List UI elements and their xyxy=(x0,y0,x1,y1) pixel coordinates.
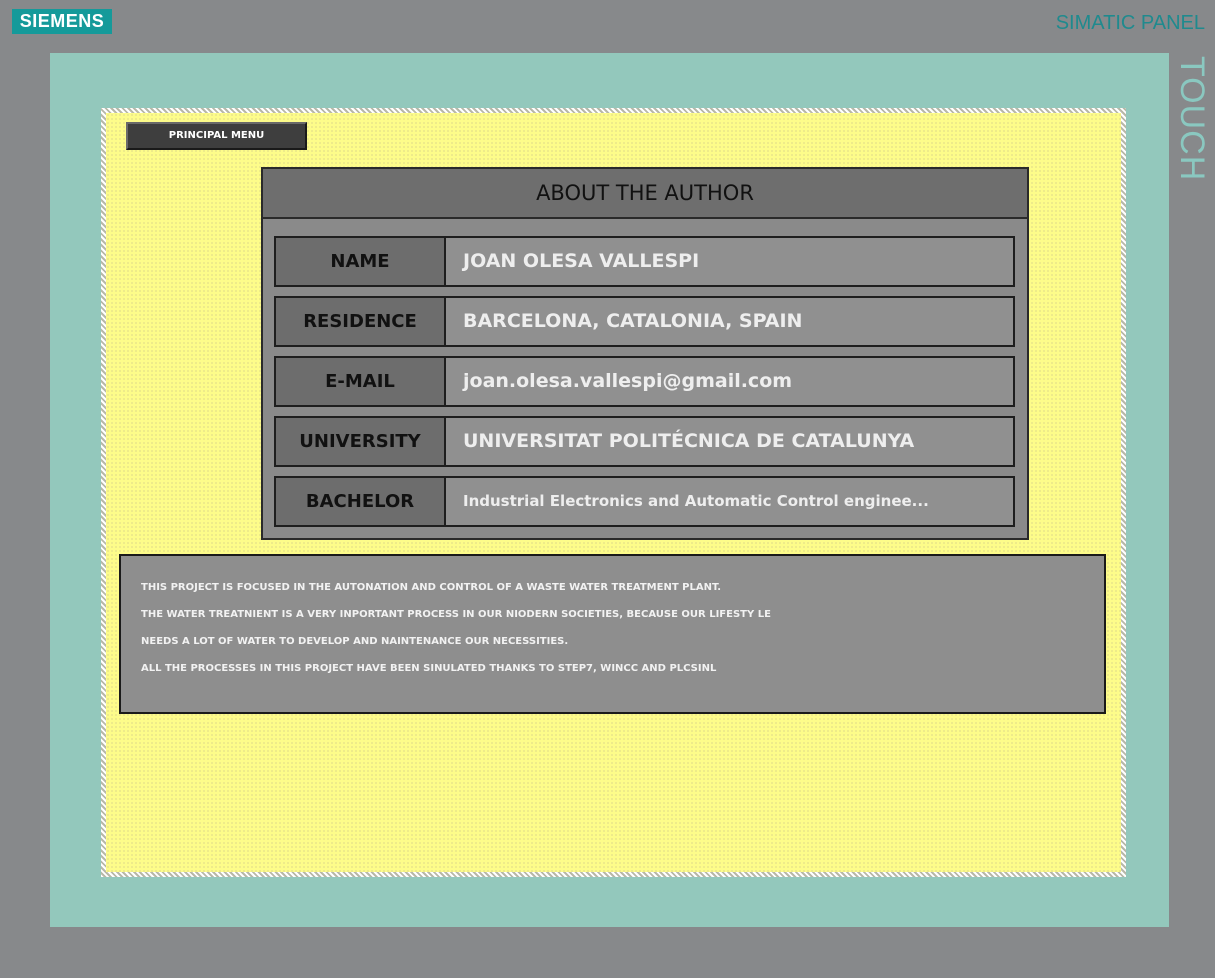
project-description-box: THIS PROJECT IS FOCUSED IN THE AUTONATIO… xyxy=(119,554,1106,714)
touch-side-label: TOUCH xyxy=(1173,56,1211,182)
row-label-email: E-MAIL xyxy=(276,358,446,405)
about-author-card: ABOUT THE AUTHOR NAME JOAN OLESA VALLESP… xyxy=(261,167,1029,540)
description-line: NEEDS A LOT OF WATER TO DEVELOP AND NAIN… xyxy=(141,636,569,647)
info-row-name: NAME JOAN OLESA VALLESPI xyxy=(274,236,1015,287)
row-value-university: UNIVERSITAT POLITÉCNICA DE CATALUNYA xyxy=(463,430,915,452)
info-row-university: UNIVERSITY UNIVERSITAT POLITÉCNICA DE CA… xyxy=(274,416,1015,467)
info-row-bachelor: BACHELOR Industrial Electronics and Auto… xyxy=(274,476,1015,527)
row-value-bachelor: Industrial Electronics and Automatic Con… xyxy=(463,492,929,510)
card-title: ABOUT THE AUTHOR xyxy=(263,169,1027,219)
info-row-residence: RESIDENCE BARCELONA, CATALONIA, SPAIN xyxy=(274,296,1015,347)
hmi-screen: PRINCIPAL MENU ABOUT THE AUTHOR NAME JOA… xyxy=(101,108,1126,877)
row-value-residence: BARCELONA, CATALONIA, SPAIN xyxy=(463,310,803,332)
description-line: ALL THE PROCESSES IN THIS PROJECT HAVE B… xyxy=(141,663,717,674)
panel-model-title: SIMATIC PANEL xyxy=(1055,12,1205,34)
row-label-bachelor: BACHELOR xyxy=(276,478,446,525)
row-value-name: JOAN OLESA VALLESPI xyxy=(463,250,700,272)
row-value-email: joan.olesa.vallespi@gmail.com xyxy=(463,370,793,392)
description-line: THE WATER TREATNIENT IS A VERY INPORTANT… xyxy=(141,609,771,620)
info-row-email: E-MAIL joan.olesa.vallespi@gmail.com xyxy=(274,356,1015,407)
description-line: THIS PROJECT IS FOCUSED IN THE AUTONATIO… xyxy=(141,582,722,593)
principal-menu-button[interactable]: PRINCIPAL MENU xyxy=(126,122,307,150)
row-label-university: UNIVERSITY xyxy=(276,418,446,465)
hmi-panel-frame: SIEMENS SIMATIC PANEL TOUCH PRINCIPAL ME… xyxy=(0,0,1215,978)
row-label-residence: RESIDENCE xyxy=(276,298,446,345)
siemens-logo: SIEMENS xyxy=(12,9,112,34)
row-label-name: NAME xyxy=(276,238,446,285)
